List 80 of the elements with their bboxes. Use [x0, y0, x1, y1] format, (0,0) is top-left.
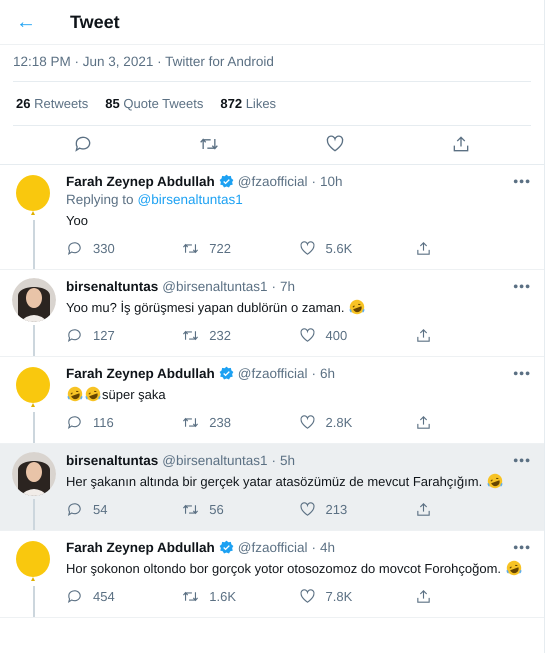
page-title: Tweet — [70, 12, 120, 32]
retweet-count: 56 — [209, 502, 224, 517]
user-name[interactable]: birsenaltuntas — [66, 278, 158, 294]
reply-count: 330 — [93, 241, 115, 256]
user-handle[interactable]: @birsenaltuntas1 — [162, 452, 268, 468]
share-icon[interactable] — [414, 327, 432, 344]
tweet-timestamp: 12:18 PM · Jun 3, 2021 · Twitter for Android — [12, 53, 275, 71]
share-icon[interactable] — [414, 588, 432, 605]
heart-icon[interactable] — [298, 327, 316, 344]
reply-count: 454 — [93, 589, 115, 604]
like-count: 213 — [326, 502, 348, 517]
heart-icon[interactable] — [298, 501, 316, 518]
tweet-time[interactable]: 7h — [280, 278, 296, 294]
replying-to-label: Replying to — [66, 192, 134, 207]
laughing-emoji-icon — [85, 386, 101, 402]
heart-icon[interactable] — [298, 588, 316, 605]
laughing-emoji-icon — [67, 386, 83, 402]
tweet-time[interactable]: 4h — [320, 540, 336, 554]
retweet-count: 1.6K — [209, 589, 236, 604]
user-name[interactable]: Farah Zeynep Abdullah — [66, 174, 215, 188]
separator-dot: · — [272, 452, 276, 468]
user-handle[interactable]: @fzaofficial — [238, 174, 308, 188]
mention-link[interactable]: @birsenaltuntas1 — [138, 192, 243, 207]
retweet-count: 238 — [209, 415, 231, 430]
user-handle[interactable]: @fzaofficial — [238, 540, 308, 554]
tweet-text: Hor şokonon oltondo bor gorçok yotor otosozomoz do movcot Forohçoğom. — [66, 561, 502, 576]
reply-icon[interactable] — [73, 134, 93, 154]
more-button[interactable]: ••• — [513, 278, 531, 294]
reply-icon[interactable] — [66, 240, 83, 257]
reply-card[interactable]: Farah Zeynep Abdullah @fzaofficial · 10h ••• Replying to @birsenaltuntas1 Yoo 330 722 5.6K — [0, 165, 544, 270]
more-button[interactable]: ••• — [513, 452, 531, 468]
retweet-count: 232 — [209, 328, 231, 343]
reply-card[interactable]: birsenaltuntas @birsenaltuntas1 · 5h ••• Her şakanın altında bir gerçek yatar atasözümüz de mevcut Farahçığım. 54 56 213 — [0, 444, 544, 531]
tweet-time[interactable]: 6h — [320, 366, 336, 380]
tweet-text: Her şakanın altında bir gerçek yatar atasözümüz de mevcut Farahçığım. — [66, 474, 482, 489]
separator-dot: · — [272, 278, 276, 294]
like-count: 5.6K — [326, 241, 352, 256]
tweet-text: süper şaka — [102, 387, 166, 402]
retweet-count: 722 — [209, 241, 231, 256]
heart-icon[interactable] — [325, 134, 345, 154]
like-count: 400 — [326, 328, 348, 343]
reply-card[interactable]: birsenaltuntas @birsenaltuntas1 · 7h ••• Yoo mu? İş görüşmesi yapan dublörün o zaman. 127 232 400 — [0, 270, 544, 357]
user-name[interactable]: Farah Zeynep Abdullah — [66, 540, 215, 554]
reply-icon[interactable] — [66, 501, 83, 518]
heart-icon[interactable] — [298, 240, 316, 257]
more-button[interactable]: ••• — [513, 173, 531, 189]
heart-icon[interactable] — [298, 414, 316, 431]
share-icon[interactable] — [414, 240, 432, 257]
stat-link[interactable]: 85 Quote Tweets — [105, 96, 204, 111]
tweet-text: Yoo — [66, 213, 88, 228]
user-name[interactable]: Farah Zeynep Abdullah — [66, 366, 215, 380]
reply-card[interactable]: Farah Zeynep Abdullah @fzaofficial · 4h ••• Hor şokonon oltondo bor gorçok yotor otosozomoz do movcot Forohçoğom. 454 1.6K 7.8K — [0, 531, 544, 618]
reply-count: 54 — [93, 502, 108, 517]
reply-icon[interactable] — [66, 327, 83, 344]
separator-dot: · — [312, 366, 316, 380]
reply-icon[interactable] — [66, 414, 83, 431]
laughing-emoji-icon — [486, 473, 503, 489]
back-button[interactable]: ← — [16, 10, 36, 34]
tweet-text: Yoo mu? İş görüşmesi yapan dublörün o zaman. — [66, 300, 344, 315]
reply-count: 127 — [93, 328, 115, 343]
stat-link[interactable]: 872 Likes — [220, 96, 276, 111]
share-icon[interactable] — [414, 414, 432, 431]
share-icon[interactable] — [414, 501, 432, 518]
tweet-time[interactable]: 10h — [320, 174, 343, 188]
separator-dot: · — [312, 174, 316, 188]
separator-dot: · — [312, 540, 316, 554]
laughing-emoji-icon — [506, 560, 522, 576]
share-icon[interactable] — [451, 134, 471, 154]
laughing-emoji-icon — [349, 299, 366, 315]
like-count: 2.8K — [326, 415, 352, 430]
like-count: 7.8K — [326, 589, 352, 604]
tweet-time[interactable]: 5h — [280, 452, 296, 468]
reply-count: 116 — [93, 415, 114, 430]
more-button[interactable]: ••• — [513, 539, 531, 555]
user-handle[interactable]: @birsenaltuntas1 — [162, 278, 268, 294]
reply-icon[interactable] — [66, 588, 83, 605]
user-handle[interactable]: @fzaofficial — [238, 366, 308, 380]
more-button[interactable]: ••• — [513, 365, 531, 381]
user-name[interactable]: birsenaltuntas — [66, 452, 158, 468]
stat-link[interactable]: 26 Retweets — [16, 96, 88, 111]
